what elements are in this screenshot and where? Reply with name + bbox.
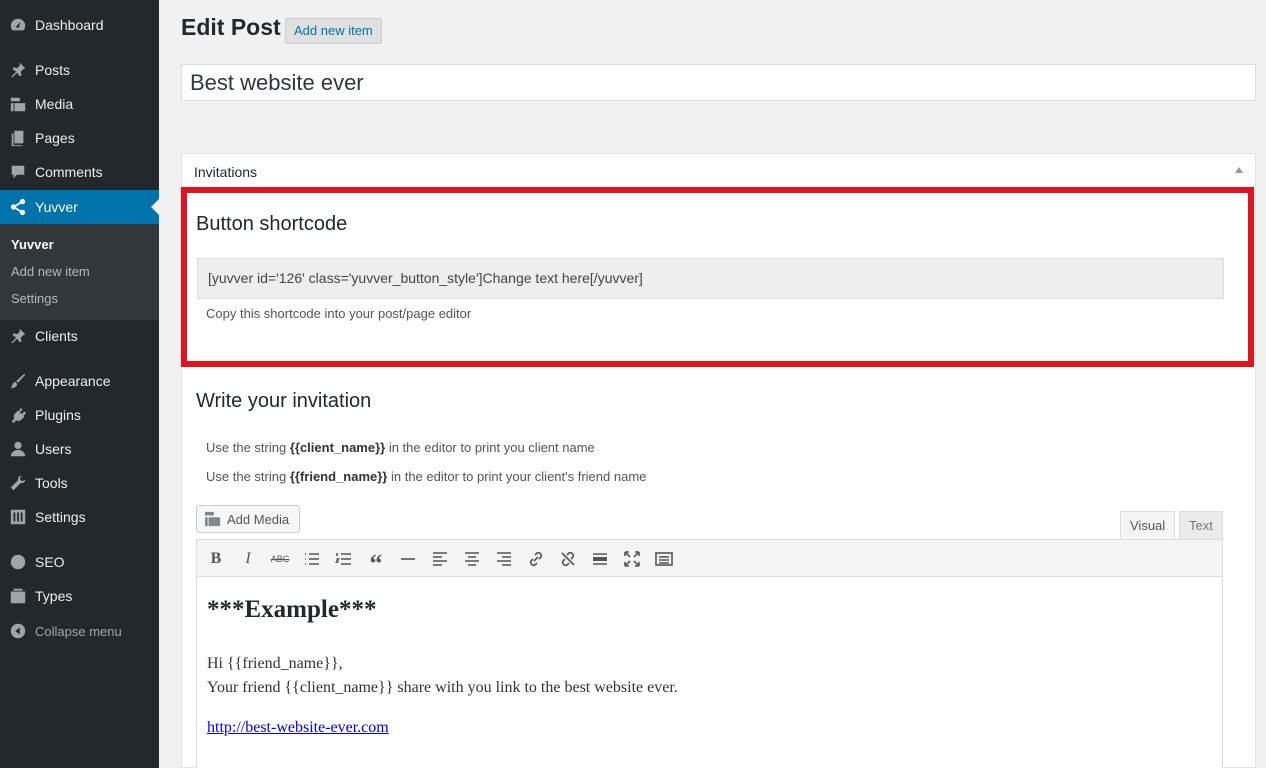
shortcode-help-text: Copy this shortcode into your post/page … [206, 306, 472, 321]
content-link[interactable]: http://best-website-ever.com [207, 719, 389, 737]
brush-icon [8, 371, 28, 391]
user-icon [8, 439, 28, 459]
menu-item-dashboard[interactable]: Dashboard [0, 8, 159, 42]
media-icon [205, 511, 221, 527]
admin-sidebar: Dashboard Posts Media Pages Comments Yuv… [0, 0, 159, 768]
menu-item-comments[interactable]: Comments [0, 155, 159, 189]
plug-icon [8, 405, 28, 425]
submenu-item-yuvver[interactable]: Yuvver [11, 237, 54, 252]
media-icon [8, 94, 28, 114]
menu-label: Appearance [35, 373, 111, 389]
wrench-icon [8, 473, 28, 493]
menu-label: Pages [35, 130, 75, 146]
menu-label: Media [35, 96, 74, 112]
invitation-heading: Write your invitation [196, 390, 372, 412]
postbox-title: Invitations [194, 164, 258, 180]
insert-link-icon[interactable] [525, 548, 547, 570]
menu-label: Yuvver [35, 199, 78, 215]
align-right-icon[interactable] [493, 548, 515, 570]
tab-text[interactable]: Text [1179, 511, 1223, 540]
menu-item-users[interactable]: Users [0, 432, 159, 466]
add-new-item-button[interactable]: Add new item [285, 18, 382, 44]
menu-item-appearance[interactable]: Appearance [0, 364, 159, 398]
comment-icon [8, 162, 28, 182]
pin-icon [8, 60, 28, 80]
content-heading: ***Example*** [207, 596, 377, 623]
hint-client-name: Use the string {{client_name}} in the ed… [206, 440, 595, 455]
menu-label: Comments [35, 164, 103, 180]
editor-toolbar: B I ABC “ [197, 540, 1222, 578]
bulleted-list-icon[interactable] [301, 548, 323, 570]
menu-item-posts[interactable]: Posts [0, 53, 159, 87]
menu-label: Types [35, 588, 73, 604]
collapse-arrow-icon [8, 621, 28, 641]
align-left-icon[interactable] [429, 548, 451, 570]
visual-editor[interactable]: B I ABC “ ***Example*** Hi {{friend_name… [196, 539, 1223, 768]
add-media-label: Add Media [227, 511, 290, 527]
page-title: Edit Post [181, 14, 281, 40]
blockquote-icon[interactable]: “ [365, 548, 387, 578]
horizontal-line-icon[interactable] [397, 548, 419, 570]
remove-link-icon[interactable] [557, 548, 579, 570]
post-title-input[interactable]: Best website ever [181, 64, 1256, 101]
tab-visual[interactable]: Visual [1120, 511, 1176, 540]
menu-item-tools[interactable]: Tools [0, 466, 159, 500]
align-center-icon[interactable] [461, 548, 483, 570]
menu-item-pages[interactable]: Pages [0, 121, 159, 155]
menu-item-types[interactable]: Types [0, 579, 159, 613]
numbered-list-icon[interactable] [333, 548, 355, 570]
collapse-menu-button[interactable]: Collapse menu [0, 614, 159, 648]
menu-label: SEO [35, 554, 65, 570]
pages-icon [8, 128, 28, 148]
shortcode-field[interactable]: [yuvver id='126' class='yuvver_button_st… [197, 258, 1224, 299]
menu-label: Settings [35, 509, 86, 525]
menu-item-seo[interactable]: SEO [0, 545, 159, 579]
seo-icon [8, 552, 28, 572]
bold-icon[interactable]: B [205, 548, 227, 570]
types-icon [8, 586, 28, 606]
submenu-item-settings[interactable]: Settings [11, 291, 58, 306]
menu-label: Posts [35, 62, 71, 78]
menu-label: Tools [35, 475, 68, 491]
submenu-item-add-new[interactable]: Add new item [11, 264, 90, 279]
yuvver-submenu: Yuvver Add new item Settings [0, 224, 159, 320]
read-more-icon[interactable] [589, 548, 611, 570]
content-body: Your friend {{client_name}} share with y… [207, 679, 678, 696]
hint-friend-name: Use the string {{friend_name}} in the ed… [206, 469, 647, 484]
menu-item-media[interactable]: Media [0, 87, 159, 121]
menu-item-settings[interactable]: Settings [0, 500, 159, 534]
strikethrough-icon[interactable]: ABC [269, 548, 291, 570]
menu-label: Plugins [35, 407, 81, 423]
fullscreen-icon[interactable] [621, 548, 643, 570]
menu-label: Clients [35, 328, 78, 344]
toggle-arrow-icon[interactable] [1235, 167, 1243, 173]
menu-label: Dashboard [35, 17, 104, 33]
postbox-header[interactable]: Invitations [182, 154, 1255, 190]
content-greeting: Hi {{friend_name}}, [207, 655, 343, 672]
shortcode-heading: Button shortcode [196, 213, 348, 235]
collapse-label: Collapse menu [35, 623, 122, 639]
menu-label: Users [35, 441, 72, 457]
menu-item-yuvver[interactable]: Yuvver [0, 190, 159, 224]
toolbar-toggle-icon[interactable] [653, 548, 675, 570]
menu-item-clients[interactable]: Clients [0, 319, 159, 353]
dashboard-icon [8, 15, 28, 35]
sliders-icon [8, 507, 28, 527]
menu-item-plugins[interactable]: Plugins [0, 398, 159, 432]
share-icon [8, 197, 28, 217]
add-media-button[interactable]: Add Media [196, 505, 300, 533]
italic-icon[interactable]: I [237, 548, 259, 570]
pin-icon [8, 326, 28, 346]
